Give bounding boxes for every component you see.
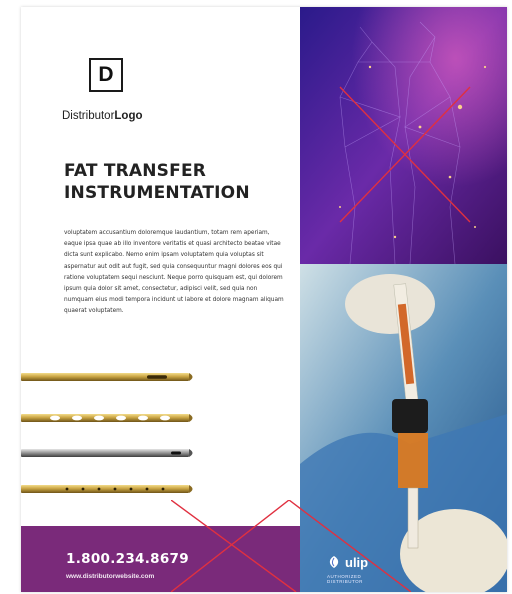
brand-subtitle: AUTHORIZED DISTRIBUTOR [327, 574, 363, 584]
phone-number: 1.800.234.8679 [66, 551, 189, 567]
title-line-1: FAT TRANSFER [64, 161, 207, 181]
logo-letter: D [98, 63, 114, 86]
cannula-image-4 [21, 485, 193, 493]
ulip-brand-logo: ulip AUTHORIZED DISTRIBUTOR [325, 554, 395, 584]
logo-bold: Logo [114, 110, 143, 122]
website-url: www.distributorwebsite.com [66, 573, 155, 580]
cannula-image-3 [21, 449, 193, 457]
syringe-photo [300, 264, 507, 592]
logo-prefix: Distributor [62, 110, 115, 122]
brand-name: ulip [345, 555, 369, 570]
distributor-logo-text: DistributorLogo [62, 110, 143, 122]
tulip-icon [329, 556, 339, 568]
body-paragraph: voluptatem accusantium doloremque laudan… [64, 230, 284, 315]
distributor-logo-mark: D [89, 58, 123, 92]
page-title: FAT TRANSFER INSTRUMENTATION [64, 160, 289, 204]
cannula-image-2 [21, 414, 193, 422]
cannula-image-1 [21, 373, 193, 381]
left-panel: D DistributorLogo FAT TRANSFER INSTRUMEN… [21, 7, 300, 592]
brand-sub-line-2: DISTRIBUTOR [327, 579, 363, 584]
digital-figures-image [300, 7, 507, 264]
title-line-2: INSTRUMENTATION [64, 183, 250, 203]
brochure-page: D DistributorLogo FAT TRANSFER INSTRUMEN… [21, 7, 507, 592]
